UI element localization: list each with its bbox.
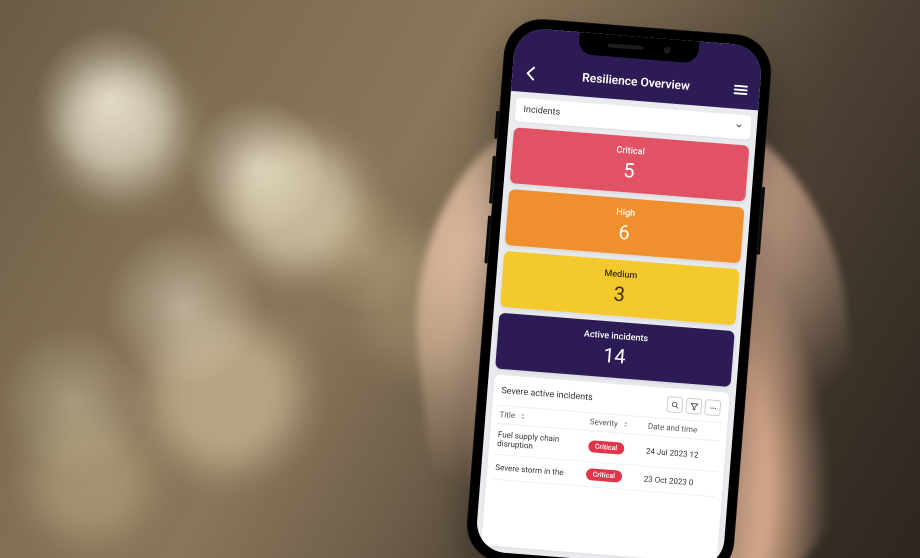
stat-high[interactable]: High 6 (505, 189, 745, 263)
col-title[interactable]: Title (499, 410, 590, 426)
search-button[interactable] (666, 396, 683, 413)
cell-datetime: 24 Jul 2023 12 (646, 446, 718, 461)
cell-severity: Critical (585, 468, 644, 485)
severity-badge: Critical (587, 440, 624, 455)
cell-severity: Critical (587, 440, 646, 457)
filter-button[interactable] (685, 398, 702, 415)
cell-title: Severe storm in the (495, 462, 586, 478)
chevron-down-icon (734, 121, 743, 133)
sort-icon (519, 413, 527, 421)
page-title: Resilience Overview (540, 67, 733, 96)
stat-critical[interactable]: Critical 5 (510, 127, 750, 201)
menu-icon[interactable] (731, 80, 750, 99)
more-button[interactable] (704, 399, 721, 416)
tab-label: Incidents (523, 105, 560, 118)
cell-datetime: 23 Oct 2023 0 (643, 474, 715, 489)
stat-active-incidents[interactable]: Active incidents 14 (495, 313, 735, 387)
severe-incidents-section: Severe active incidents (481, 374, 730, 558)
col-datetime[interactable]: Date and time (648, 422, 720, 437)
col-severity[interactable]: Severity (589, 417, 648, 431)
stat-medium[interactable]: Medium 3 (500, 251, 740, 325)
severity-badge: Critical (585, 468, 622, 483)
section-title: Severe active incidents (501, 386, 593, 403)
back-icon[interactable] (522, 64, 541, 83)
phone-frame: Resilience Overview Incidents Cr (464, 16, 774, 558)
phone-screen: Resilience Overview Incidents Cr (475, 27, 763, 558)
cell-title: Fuel supply chain disruption (497, 430, 589, 455)
sort-icon (622, 421, 630, 429)
